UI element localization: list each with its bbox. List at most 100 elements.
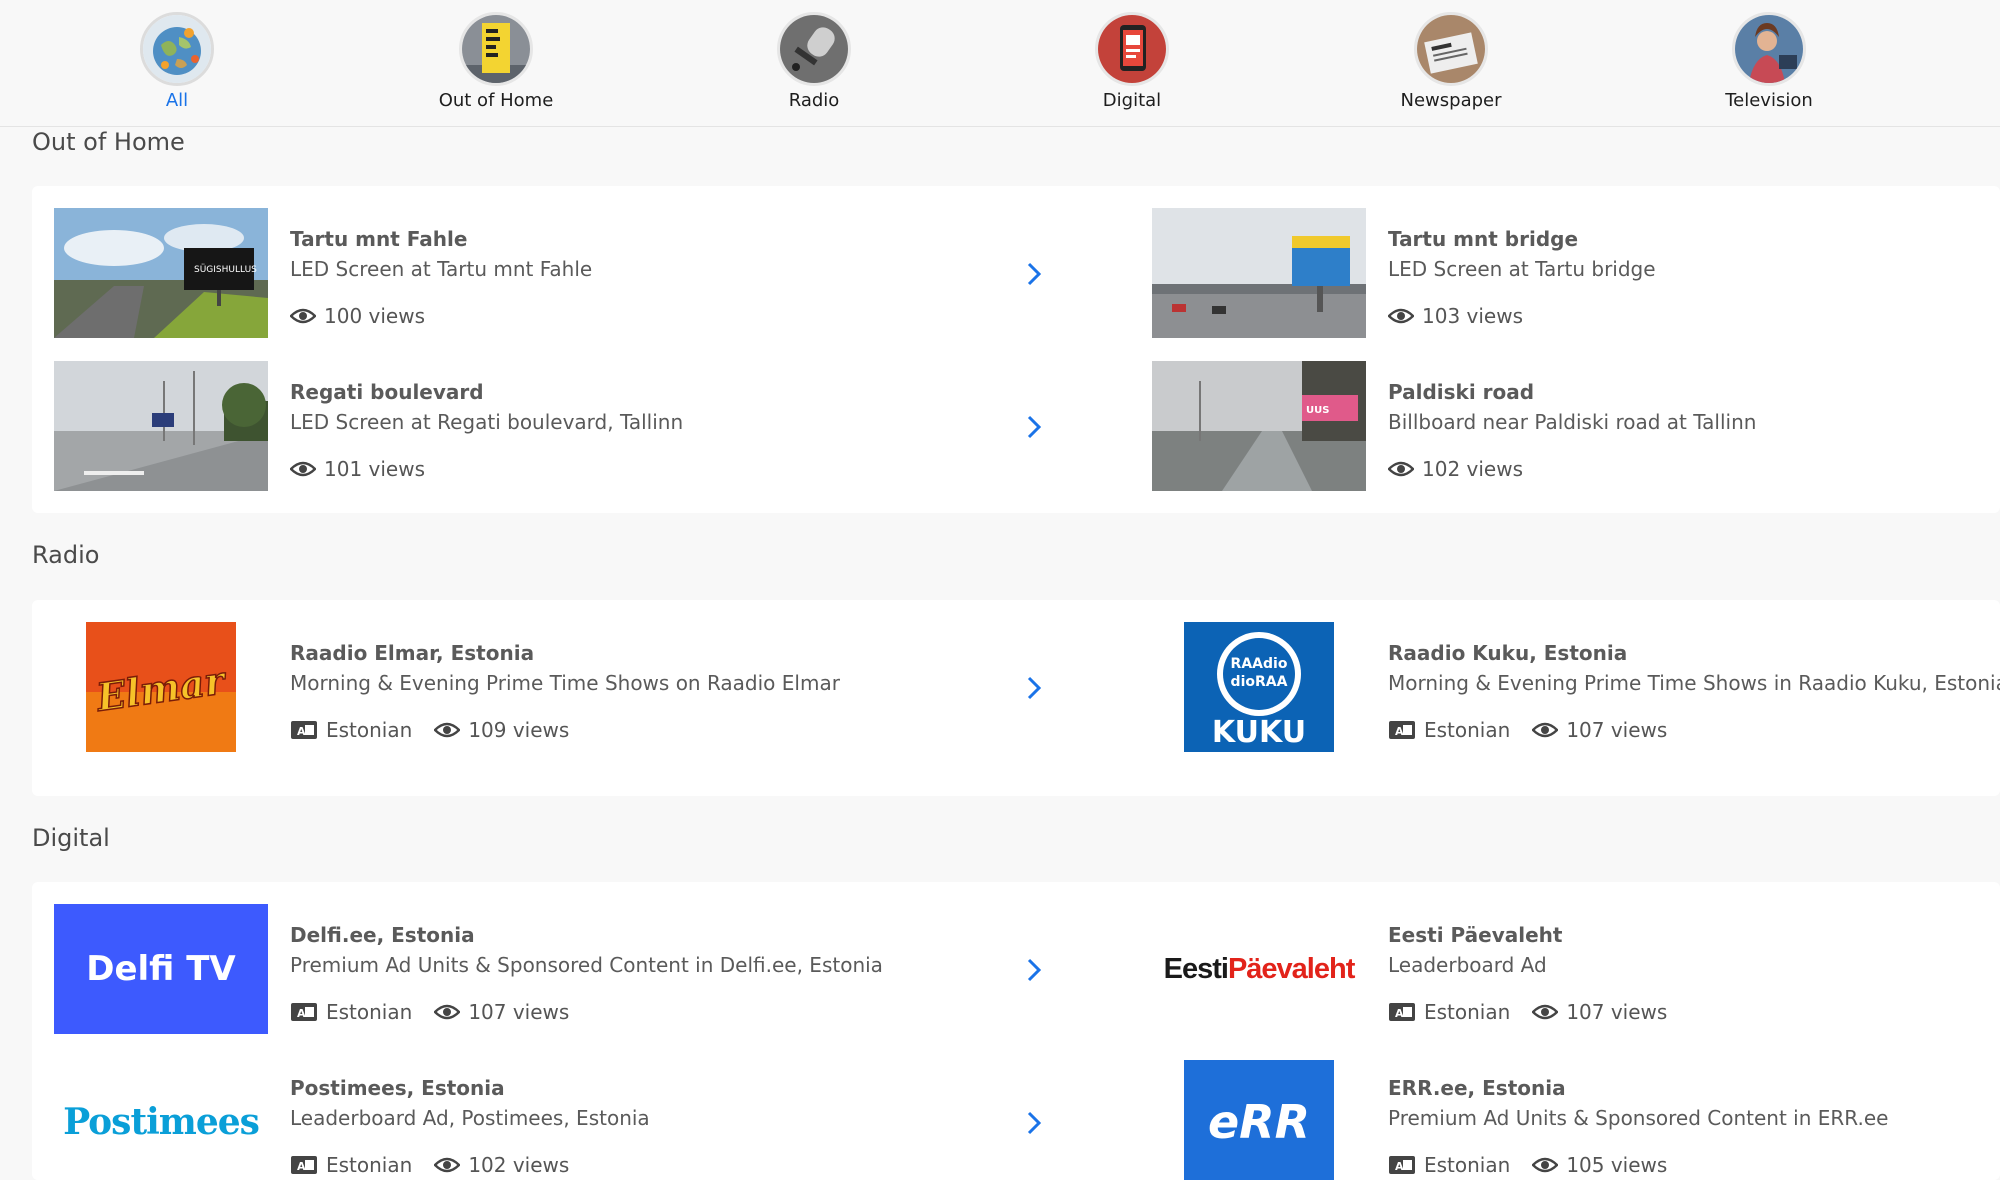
item-title: Paldiski road	[1388, 380, 1535, 404]
item-subtitle: Leaderboard Ad	[1388, 953, 1547, 977]
views-count: 102 views	[468, 1153, 570, 1177]
list-item-raadio-elmar[interactable]: Elmar Raadio Elmar, Estonia Morning & Ev…	[32, 622, 1042, 762]
svg-text:dioRAA: dioRAA	[1231, 674, 1288, 690]
language-label: Estonian	[326, 718, 413, 742]
item-subtitle: Morning & Evening Prime Time Shows on Ra…	[290, 671, 840, 695]
chevron-right-icon[interactable]	[1022, 413, 1046, 441]
elmar-logo: Elmar	[54, 622, 268, 752]
svg-text:A: A	[297, 1007, 306, 1020]
err-logo-text: eRR	[1207, 1095, 1311, 1149]
item-title: Eesti Päevaleht	[1388, 923, 1563, 947]
item-title: Tartu mnt Fahle	[290, 227, 468, 251]
category-out-of-home[interactable]: Out of Home	[396, 12, 596, 122]
item-subtitle: Premium Ad Units & Sponsored Content in …	[290, 953, 883, 977]
section-title-radio: Radio	[32, 541, 100, 569]
out-of-home-card: SÜGISHULLUS Tartu mnt Fahle LED Screen a…	[32, 186, 2000, 513]
svg-text:A: A	[1395, 725, 1404, 738]
eye-icon	[290, 307, 316, 325]
list-item-tartu-mnt-fahle[interactable]: SÜGISHULLUS Tartu mnt Fahle LED Screen a…	[32, 208, 1042, 348]
language-icon: A	[290, 720, 318, 740]
chevron-right-icon[interactable]	[1022, 1109, 1046, 1137]
thumbnail-image: UUS	[1152, 361, 1366, 491]
views-count: 101 views	[324, 457, 426, 481]
item-title: Raadio Elmar, Estonia	[290, 641, 535, 665]
postimees-logo-text: Postimees	[63, 1101, 260, 1143]
views-count: 109 views	[468, 718, 570, 742]
list-item-raadio-kuku[interactable]: RAAdio dioRAA KUKU Raadio Kuku, Estonia Mo…	[1130, 622, 2000, 762]
views-count: 107 views	[468, 1000, 570, 1024]
eye-icon	[1388, 307, 1414, 325]
logo-text-eesti: Eesti	[1163, 952, 1229, 985]
item-subtitle: Morning & Evening Prime Time Shows in Ra…	[1388, 671, 2000, 695]
category-newspaper[interactable]: Newspaper	[1351, 12, 1551, 122]
item-subtitle: LED Screen at Tartu bridge	[1388, 257, 1656, 281]
svg-text:A: A	[1395, 1160, 1404, 1173]
list-item-delfi[interactable]: Delfi TV Delfi.ee, Estonia Premium Ad Un…	[32, 904, 1042, 1044]
svg-text:A: A	[1395, 1007, 1404, 1020]
language-label: Estonian	[1424, 718, 1511, 742]
chevron-right-icon[interactable]	[1022, 674, 1046, 702]
views-count: 102 views	[1422, 457, 1524, 481]
section-title-digital: Digital	[32, 824, 110, 852]
svg-text:A: A	[297, 1160, 306, 1173]
language-icon: A	[290, 1155, 318, 1175]
category-label: Radio	[788, 90, 840, 111]
postimees-logo: Postimees	[54, 1057, 268, 1180]
views-count: 107 views	[1566, 1000, 1668, 1024]
list-item-eesti-paevaleht[interactable]: EestiPäevaleht Eesti Päevaleht Leaderboa…	[1130, 904, 2000, 1044]
eye-icon	[434, 1156, 461, 1174]
radio-card: Elmar Raadio Elmar, Estonia Morning & Ev…	[32, 600, 2000, 796]
smartphone-icon	[1095, 12, 1169, 86]
chevron-right-icon[interactable]	[1022, 956, 1046, 984]
item-subtitle: Billboard near Paldiski road at Tallinn	[1388, 410, 1757, 434]
views-count: 105 views	[1566, 1153, 1668, 1177]
tv-presenter-icon	[1732, 12, 1806, 86]
category-television[interactable]: Television	[1669, 12, 1869, 122]
err-logo: eRR	[1152, 1057, 1366, 1180]
eye-icon	[1532, 1003, 1559, 1021]
eye-icon	[290, 460, 316, 478]
views-count: 107 views	[1566, 718, 1668, 742]
logo-text-paevaleht: Päevaleht	[1227, 952, 1355, 985]
svg-text:RAAdio: RAAdio	[1231, 656, 1288, 672]
chevron-right-icon[interactable]	[1022, 260, 1046, 288]
category-label: Out of Home	[438, 90, 554, 111]
category-radio[interactable]: Radio	[714, 12, 914, 122]
thumbnail-image	[54, 361, 268, 491]
category-label: All	[165, 90, 189, 111]
list-item-regati-boulevard[interactable]: Regati boulevard LED Screen at Regati bo…	[32, 361, 1042, 501]
list-item-err[interactable]: eRR ERR.ee, Estonia Premium Ad Units & S…	[1130, 1057, 2000, 1180]
thumbnail-image	[1152, 208, 1366, 338]
language-label: Estonian	[326, 1000, 413, 1024]
item-subtitle: LED Screen at Tartu mnt Fahle	[290, 257, 593, 281]
language-icon: A	[1388, 720, 1416, 740]
eye-icon	[434, 721, 461, 739]
language-icon: A	[1388, 1002, 1416, 1022]
advertising-poster-icon	[459, 12, 533, 86]
eye-icon	[1532, 721, 1559, 739]
category-digital[interactable]: Digital	[1032, 12, 1232, 122]
digital-card: Delfi TV Delfi.ee, Estonia Premium Ad Un…	[32, 882, 2000, 1180]
category-label: Digital	[1102, 90, 1162, 111]
item-subtitle: Premium Ad Units & Sponsored Content in …	[1388, 1106, 1889, 1130]
category-label: Newspaper	[1400, 90, 1502, 111]
delfi-logo-text: Delfi TV	[86, 949, 236, 989]
list-item-tartu-mnt-bridge[interactable]: Tartu mnt bridge LED Screen at Tartu bri…	[1130, 208, 2000, 348]
item-title: Raadio Kuku, Estonia	[1388, 641, 1628, 665]
svg-text:SÜGISHULLUS: SÜGISHULLUS	[194, 264, 257, 275]
views-count: 100 views	[324, 304, 426, 328]
eye-icon	[1532, 1156, 1559, 1174]
list-item-postimees[interactable]: Postimees Postimees, Estonia Leaderboard…	[32, 1057, 1042, 1180]
category-all[interactable]: All	[77, 12, 277, 122]
list-item-paldiski-road[interactable]: UUS Paldiski road Billboard near Paldisk…	[1130, 361, 2000, 501]
eye-icon	[434, 1003, 461, 1021]
views-count: 103 views	[1422, 304, 1524, 328]
thumbnail-image: SÜGISHULLUS	[54, 208, 268, 338]
kuku-logo: RAAdio dioRAA KUKU	[1152, 622, 1366, 752]
language-icon: A	[1388, 1155, 1416, 1175]
svg-text:A: A	[297, 725, 306, 738]
eesti-paevaleht-logo: EestiPäevaleht	[1152, 904, 1366, 1034]
newspaper-icon	[1414, 12, 1488, 86]
svg-text:KUKU: KUKU	[1212, 715, 1306, 750]
category-label: Television	[1725, 90, 1813, 111]
